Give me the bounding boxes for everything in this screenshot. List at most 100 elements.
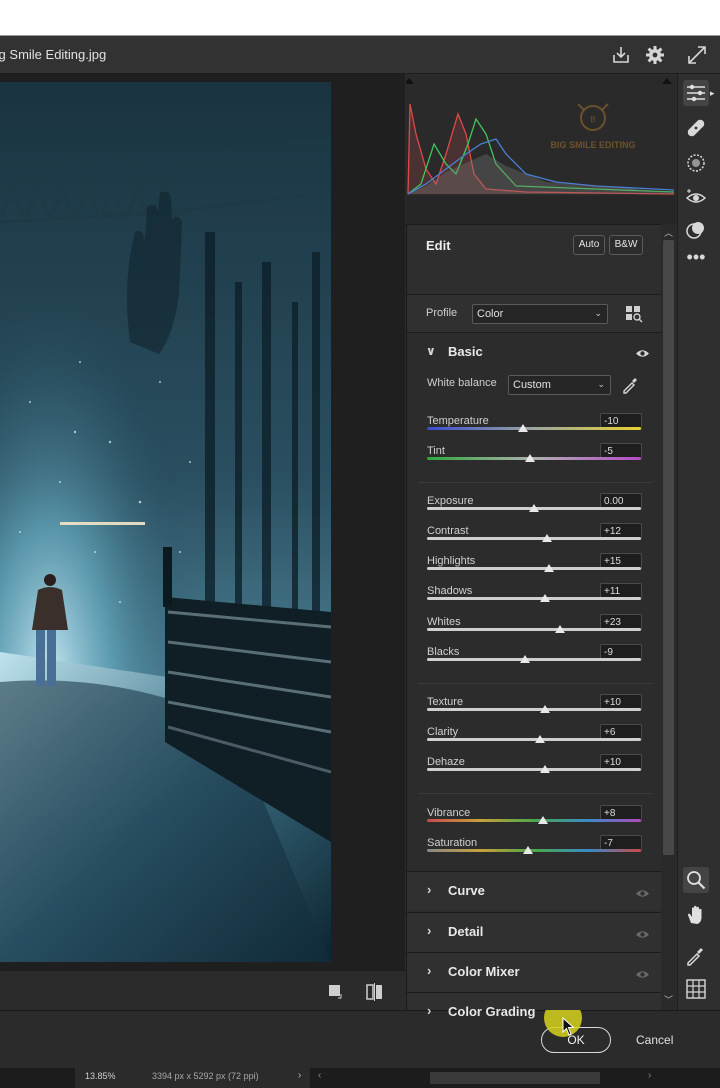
more-options-icon[interactable]: ••• [683,248,709,276]
edit-sliders-icon[interactable] [683,80,709,106]
clarity-slider-track[interactable] [427,738,641,741]
chevron-right-icon[interactable]: › [427,923,431,938]
basic-expand-chevron-icon[interactable]: ∨ [426,344,436,358]
status-arrow-right-end-icon[interactable]: › [648,1070,651,1081]
vibrance-label: Vibrance [427,807,471,819]
dialog-actions-bar: OK Cancel [0,1010,720,1068]
color-mixer-title[interactable]: Color Mixer [448,964,520,979]
curve-title[interactable]: Curve [448,883,485,898]
texture-slider-thumb[interactable] [539,705,550,713]
white-balance-value: Custom [513,379,551,391]
white-balance-label: White balance [427,377,497,389]
highlights-label: Highlights [427,555,476,567]
edit-header: Edit Auto B&W [407,224,661,294]
hand-icon[interactable] [683,902,709,928]
profile-select-value: Color [477,308,504,320]
zoom-icon[interactable] [683,867,709,893]
bw-button[interactable]: B&W [609,235,643,255]
clarity-slider-thumb[interactable] [535,735,546,743]
section-curve[interactable] [407,871,661,911]
shadows-label: Shadows [427,585,473,597]
healing-bandage-icon[interactable] [683,115,709,141]
grid-overlay-icon[interactable] [683,976,709,1002]
detail-visibility-eye-icon[interactable] [635,927,650,945]
slider-group-divider [418,482,653,483]
white-balance-tool-icon[interactable] [683,942,709,968]
profile-select[interactable]: Color ⌄ [472,304,608,324]
dialog-title-bar: Big Smile Editing.jpg [0,36,720,74]
texture-slider-track[interactable] [427,708,641,711]
presets-icon[interactable] [683,217,709,243]
saturation-slider-track[interactable] [427,849,641,852]
white-balance-eyedropper-icon[interactable] [621,374,641,399]
contrast-label: Contrast [427,525,469,537]
scroll-up-arrow[interactable]: ︿ [664,226,673,239]
exposure-slider-thumb[interactable] [529,504,539,512]
contrast-slider-thumb[interactable] [541,534,552,542]
highlights-slider-thumb[interactable] [543,564,554,572]
whites-slider-thumb[interactable] [554,625,565,633]
vibrance-slider-thumb[interactable] [537,816,548,824]
texture-label: Texture [427,696,464,708]
mouse-pointer-icon [562,1016,576,1042]
saturation-slider-thumb[interactable] [522,846,533,854]
clarity-label: Clarity [427,726,459,738]
chevron-down-icon: ⌄ [594,308,602,318]
fullscreen-icon[interactable] [686,44,708,66]
save-download-icon[interactable] [610,44,632,66]
red-eye-icon[interactable] [683,185,709,211]
dehaze-label: Dehaze [427,756,465,768]
profile-browser-icon[interactable] [625,305,643,323]
preview-photo [0,82,331,962]
whites-label: Whites [427,616,461,628]
temperature-label: Temperature [427,415,489,427]
curve-visibility-eye-icon[interactable] [635,886,650,904]
chevron-right-icon[interactable]: › [427,1003,431,1018]
profile-row: Profile Color ⌄ [407,294,661,332]
color-grading-title[interactable]: Color Grading [448,1004,535,1019]
highlights-slider-track[interactable] [427,567,641,570]
scroll-down-arrow[interactable]: ﹀ [664,993,673,1006]
blacks-slider-thumb[interactable] [520,655,531,663]
edit-heading: Edit [426,238,451,253]
white-balance-select[interactable]: Custom ⌄ [508,375,611,395]
shadows-slider-thumb[interactable] [539,594,550,602]
color-mixer-visibility-eye-icon[interactable] [635,967,650,985]
status-arrow-right-icon[interactable]: › [298,1070,301,1081]
section-detail[interactable] [407,912,661,952]
horizontal-scrollbar-thumb[interactable] [430,1072,600,1084]
dehaze-slider-thumb[interactable] [539,765,550,773]
contrast-slider-track[interactable] [427,537,641,540]
file-title: Big Smile Editing.jpg [0,47,107,62]
settings-gear-icon[interactable] [644,44,666,66]
whites-slider-track[interactable] [427,628,641,631]
image-dimensions: 3394 px x 5292 px (72 ppi) [152,1071,259,1081]
detail-title[interactable]: Detail [448,924,483,939]
auto-button[interactable]: Auto [573,235,605,255]
tint-slider-thumb[interactable] [524,454,535,462]
temperature-slider-thumb[interactable] [518,424,529,432]
panel-scrollbar-thumb[interactable] [663,240,674,855]
chevron-right-icon[interactable]: › [427,963,431,978]
vibrance-slider-track[interactable] [427,819,641,822]
mask-brush-icon[interactable] [683,150,709,176]
chevron-right-icon[interactable]: › [427,882,431,897]
basic-visibility-eye-icon[interactable] [635,346,650,364]
dehaze-slider-track[interactable] [427,768,641,771]
exposure-label: Exposure [427,495,474,507]
zoom-level[interactable]: 13.85% [85,1071,116,1081]
view-single-icon[interactable] [329,985,343,999]
temperature-slider-track[interactable] [427,427,641,430]
before-after-icon[interactable] [365,982,385,1002]
chevron-down-icon: ⌄ [597,379,605,389]
blacks-slider-track[interactable] [427,658,641,661]
section-color-mixer[interactable] [407,952,661,992]
profile-label: Profile [426,307,458,319]
canvas-view-bar [0,970,405,1010]
cancel-button[interactable]: Cancel [636,1033,673,1047]
panel-collapse-arrow-icon[interactable]: ▸ [710,88,715,99]
status-arrow-left-icon[interactable]: ‹ [318,1070,321,1081]
slider-group-divider [418,683,653,684]
shadows-slider-track[interactable] [427,597,641,600]
basic-title[interactable]: Basic [448,344,483,359]
